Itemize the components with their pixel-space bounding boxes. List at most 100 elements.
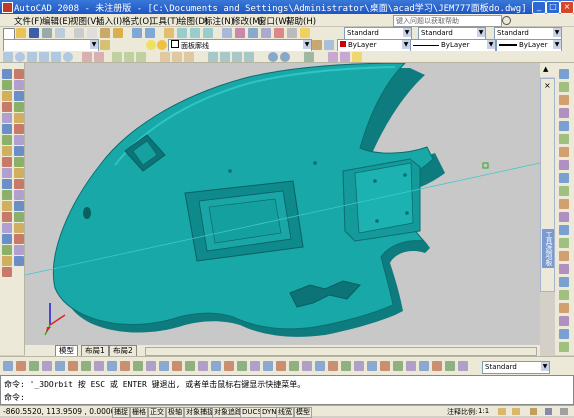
pan-icon[interactable]	[164, 28, 174, 38]
light-bulb-icon[interactable]	[146, 40, 156, 50]
bottom-style-combo[interactable]: Standard ▼	[482, 361, 550, 374]
intersect-icon[interactable]	[136, 52, 146, 62]
3d-align-icon[interactable]	[250, 361, 260, 371]
calculator-icon[interactable]	[287, 28, 297, 38]
close-button[interactable]: ×	[560, 1, 574, 14]
layer-previous-icon[interactable]	[324, 40, 334, 50]
spline-icon[interactable]	[2, 157, 12, 167]
right-tool-19-icon[interactable]	[559, 303, 569, 313]
zoom-window-icon[interactable]	[190, 28, 200, 38]
left-view-icon[interactable]	[232, 52, 242, 62]
break-point-icon[interactable]	[14, 190, 24, 200]
search-icon[interactable]	[502, 16, 511, 25]
line-icon[interactable]	[2, 69, 12, 79]
explode-icon[interactable]	[14, 245, 24, 255]
right-tool-13-icon[interactable]	[559, 225, 569, 235]
zoom-previous-icon[interactable]	[203, 28, 213, 38]
annotation-scale-icon[interactable]	[498, 408, 506, 415]
right-tool-12-icon[interactable]	[559, 212, 569, 222]
offset-face-icon[interactable]	[393, 361, 403, 371]
dim-linear-icon[interactable]	[3, 361, 13, 371]
right-tool-21-icon[interactable]	[559, 329, 569, 339]
dim-jogged-icon[interactable]	[68, 361, 78, 371]
right-tool-5-icon[interactable]	[559, 121, 569, 131]
chevron-down-icon[interactable]: ▼	[553, 40, 561, 49]
ucs-icon[interactable]	[160, 52, 170, 62]
redo-icon[interactable]	[145, 28, 155, 38]
taper-face-icon[interactable]	[432, 361, 442, 371]
section-icon[interactable]	[302, 361, 312, 371]
lineweight-toggle[interactable]: 线宽	[276, 407, 294, 418]
open-icon[interactable]	[16, 28, 26, 38]
cylinder-icon[interactable]	[27, 52, 37, 62]
menu-help[interactable]: 帮助(H)	[286, 15, 316, 27]
extend-icon[interactable]	[14, 179, 24, 189]
render-icon[interactable]	[328, 52, 338, 62]
imprint-icon[interactable]	[315, 361, 325, 371]
revision-cloud-icon[interactable]	[2, 146, 12, 156]
visual-style-icon[interactable]	[304, 52, 314, 62]
erase-icon[interactable]	[14, 69, 24, 79]
point-icon[interactable]	[2, 212, 12, 222]
chamfer-icon[interactable]	[14, 223, 24, 233]
properties-icon[interactable]	[222, 28, 232, 38]
ellipse-arc-icon[interactable]	[2, 179, 12, 189]
polygon-icon[interactable]	[2, 102, 12, 112]
dim-edit-icon[interactable]	[185, 361, 195, 371]
iso-view-icon[interactable]	[244, 52, 254, 62]
ellipse-icon[interactable]	[2, 168, 12, 178]
chevron-down-icon[interactable]: ▼	[487, 40, 495, 49]
3d-mirror-icon[interactable]	[276, 361, 286, 371]
right-tool-18-icon[interactable]	[559, 290, 569, 300]
chevron-down-icon[interactable]: ▼	[541, 362, 549, 371]
dim-diameter-icon[interactable]	[81, 361, 91, 371]
right-tool-14-icon[interactable]	[559, 238, 569, 248]
union-icon[interactable]	[112, 52, 122, 62]
array-icon[interactable]	[14, 113, 24, 123]
dim-continue-icon[interactable]	[133, 361, 143, 371]
fillet-icon[interactable]	[14, 234, 24, 244]
sphere-icon[interactable]	[15, 52, 25, 62]
tray-settings-icon[interactable]	[545, 408, 552, 415]
shell-icon[interactable]	[341, 361, 351, 371]
ucs-world-icon[interactable]	[172, 52, 182, 62]
layer-manager-icon[interactable]	[100, 40, 110, 50]
preview-icon[interactable]	[55, 28, 65, 38]
region-icon[interactable]	[2, 245, 12, 255]
cut-icon[interactable]	[74, 28, 84, 38]
app-icon[interactable]	[2, 2, 13, 13]
box-icon[interactable]	[3, 52, 13, 62]
tool-palette[interactable]: × 工具选项板	[540, 78, 555, 292]
dim-baseline-icon[interactable]	[120, 361, 130, 371]
right-tool-10-icon[interactable]	[559, 186, 569, 196]
circle-icon[interactable]	[2, 135, 12, 145]
menu-insert[interactable]: 插入(I)	[96, 15, 122, 27]
menu-file[interactable]: 文件(F)	[14, 15, 43, 27]
coordinate-readout[interactable]: -860.5520, 113.9509 , 0.0000	[3, 407, 115, 416]
dim-radius-icon[interactable]	[55, 361, 65, 371]
right-tool-22-icon[interactable]	[559, 342, 569, 352]
scroll-up-button[interactable]: ▲	[540, 63, 555, 77]
maximize-button[interactable]: □	[546, 1, 560, 14]
scale-icon[interactable]	[14, 146, 24, 156]
drawing-canvas[interactable]	[25, 63, 540, 345]
revolve-icon[interactable]	[94, 52, 104, 62]
3d-rotate-icon[interactable]	[237, 361, 247, 371]
materials-icon[interactable]	[340, 52, 350, 62]
quick-leader-icon[interactable]	[146, 361, 156, 371]
table-icon[interactable]	[2, 256, 12, 266]
hatch-icon[interactable]	[2, 223, 12, 233]
design-center-icon[interactable]	[235, 28, 245, 38]
grip-marker[interactable]	[482, 162, 489, 169]
top-view-icon[interactable]	[208, 52, 218, 62]
arc-icon[interactable]	[2, 124, 12, 134]
chevron-down-icon[interactable]: ▼	[477, 28, 485, 37]
gradient-icon[interactable]	[2, 234, 12, 244]
separate-icon[interactable]	[328, 361, 338, 371]
right-tool-15-icon[interactable]	[559, 251, 569, 261]
subtract-icon[interactable]	[124, 52, 134, 62]
3d-move-icon[interactable]	[224, 361, 234, 371]
snap-toggle[interactable]: 捕捉	[112, 407, 130, 418]
print-icon[interactable]	[42, 28, 52, 38]
move-face-icon[interactable]	[380, 361, 390, 371]
